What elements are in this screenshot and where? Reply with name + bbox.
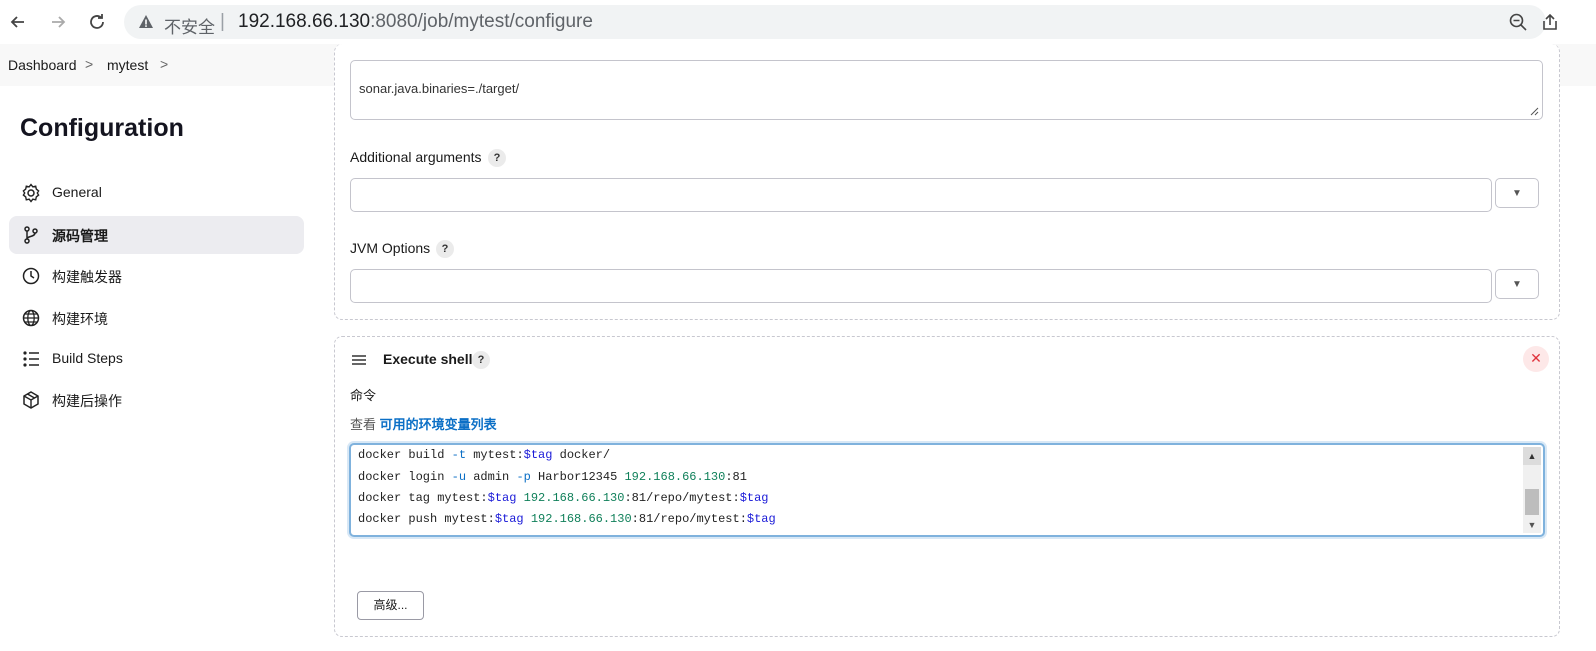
- editor-scrollbar[interactable]: ▲ ▼: [1523, 447, 1541, 533]
- code-token: Harbor12345: [530, 470, 625, 484]
- code-token: $tag: [739, 491, 769, 505]
- delete-step-button[interactable]: ✕: [1523, 346, 1549, 372]
- reload-button[interactable]: [83, 8, 111, 36]
- expand-button[interactable]: ▼: [1495, 269, 1539, 299]
- url-path: :8080/job/mytest/configure: [370, 11, 593, 32]
- browser-toolbar: 不安全 | 192.168.66.130:8080/job/mytest/con…: [0, 0, 1596, 44]
- help-icon[interactable]: ?: [472, 351, 490, 369]
- code-token: -t: [451, 448, 467, 462]
- list-icon: [23, 351, 39, 367]
- sidebar-item-label: 构建环境: [52, 311, 108, 327]
- help-icon[interactable]: ?: [436, 240, 454, 258]
- chevron-down-icon: ▼: [1512, 187, 1522, 199]
- code-token: 192.168.66.130: [624, 470, 726, 484]
- additional-arguments-label: Additional arguments: [350, 149, 482, 165]
- share-icon[interactable]: [1540, 12, 1560, 32]
- code-line: docker build -t mytest:$tag docker/: [358, 448, 610, 462]
- sidebar-item-post-build[interactable]: 构建后操作: [9, 381, 304, 419]
- forward-button[interactable]: [44, 8, 72, 36]
- package-icon: [23, 391, 39, 409]
- warning-icon[interactable]: [138, 14, 154, 30]
- advanced-button[interactable]: 高级...: [357, 591, 424, 620]
- code-token: :81/repo/mytest:: [624, 491, 740, 505]
- git-branch-icon: [24, 226, 38, 244]
- url-separator: |: [220, 11, 225, 32]
- code-token: 192.168.66.130: [523, 491, 625, 505]
- scroll-down-icon[interactable]: ▼: [1523, 517, 1541, 533]
- drag-handle-icon[interactable]: [351, 354, 367, 366]
- jvm-options-label: JVM Options: [350, 240, 431, 256]
- sidebar-item-label: 构建触发器: [52, 269, 122, 285]
- gear-icon: [22, 183, 40, 203]
- expand-button[interactable]: ▼: [1495, 178, 1539, 208]
- code-token: admin: [466, 470, 517, 484]
- sidebar-item-general[interactable]: General: [9, 174, 304, 212]
- breadcrumb-chevron-icon[interactable]: >: [85, 56, 93, 72]
- sidebar-item-scm[interactable]: 源码管理: [9, 216, 304, 254]
- code-token: docker login: [358, 470, 452, 484]
- resize-grip-icon[interactable]: [1529, 106, 1539, 116]
- code-token: $tag: [746, 512, 776, 526]
- sidebar-item-label: 源码管理: [52, 228, 108, 244]
- execute-shell-title: Execute shell: [383, 351, 473, 367]
- sidebar-item-label: 构建后操作: [52, 393, 122, 409]
- sidebar-item-environment[interactable]: 构建环境: [9, 299, 304, 337]
- code-token: docker push mytest:: [358, 512, 495, 526]
- scrollbar-thumb[interactable]: [1525, 489, 1539, 515]
- code-line: docker tag mytest:$tag 192.168.66.130:81…: [358, 491, 769, 505]
- code-token: -p: [516, 470, 531, 484]
- clock-icon: [22, 267, 40, 285]
- globe-icon: [22, 309, 40, 327]
- code-token: $tag: [523, 448, 553, 462]
- back-arrow-icon: [10, 16, 24, 28]
- scroll-up-icon[interactable]: ▲: [1523, 447, 1541, 465]
- code-token: -u: [451, 470, 467, 484]
- command-label: 命令: [350, 388, 377, 403]
- sidebar-item-build-steps[interactable]: Build Steps: [9, 340, 304, 378]
- code-token: docker tag mytest:: [358, 491, 488, 505]
- sidebar-item-label: Build Steps: [52, 350, 123, 366]
- help-icon[interactable]: ?: [488, 149, 506, 167]
- code-line: docker push mytest:$tag 192.168.66.130:8…: [358, 512, 776, 526]
- properties-line: sonar.java.binaries=./target/: [359, 81, 520, 96]
- url-host: 192.168.66.130: [238, 11, 371, 32]
- code-token: docker/: [552, 448, 611, 462]
- env-vars-link[interactable]: 可用的环境变量列表: [380, 417, 497, 432]
- breadcrumb-mytest[interactable]: mytest: [107, 57, 148, 73]
- code-token: docker build: [358, 448, 452, 462]
- env-vars-prefix: 查看: [350, 417, 377, 432]
- env-vars-line: 查看 可用的环境变量列表: [350, 414, 497, 433]
- code-token: :81: [725, 470, 747, 484]
- analysis-properties-textarea[interactable]: sonar.java.binaries=./target/: [350, 60, 1543, 120]
- code-line: docker login -u admin -p Harbor12345 192…: [358, 470, 747, 484]
- command-editor[interactable]: docker build -t mytest:$tag docker/ dock…: [349, 443, 1545, 537]
- sidebar-item-label: General: [52, 184, 102, 200]
- close-icon: ✕: [1530, 350, 1542, 366]
- insecure-label[interactable]: 不安全: [164, 13, 215, 38]
- page-title: Configuration: [20, 114, 184, 142]
- code-token: $tag: [487, 491, 517, 505]
- jvm-options-input[interactable]: [350, 269, 1492, 303]
- zoom-icon[interactable]: [1508, 12, 1528, 32]
- back-button[interactable]: [4, 8, 32, 36]
- address-bar[interactable]: 不安全 | 192.168.66.130:8080/job/mytest/con…: [124, 5, 1557, 39]
- code-token: $tag: [494, 512, 524, 526]
- breadcrumb-dashboard[interactable]: Dashboard: [8, 57, 77, 73]
- code-token: mytest:: [466, 448, 524, 462]
- chevron-down-icon: ▼: [1512, 278, 1522, 290]
- url-text[interactable]: 192.168.66.130:8080/job/mytest/configure: [238, 11, 593, 33]
- reload-icon: [90, 14, 104, 29]
- code-token: 192.168.66.130: [530, 512, 632, 526]
- additional-arguments-input[interactable]: [350, 178, 1492, 212]
- code-token: :81/repo/mytest:: [631, 512, 747, 526]
- forward-arrow-icon: [52, 16, 66, 28]
- breadcrumb-chevron-icon[interactable]: >: [160, 56, 168, 72]
- sidebar-item-triggers[interactable]: 构建触发器: [9, 257, 304, 295]
